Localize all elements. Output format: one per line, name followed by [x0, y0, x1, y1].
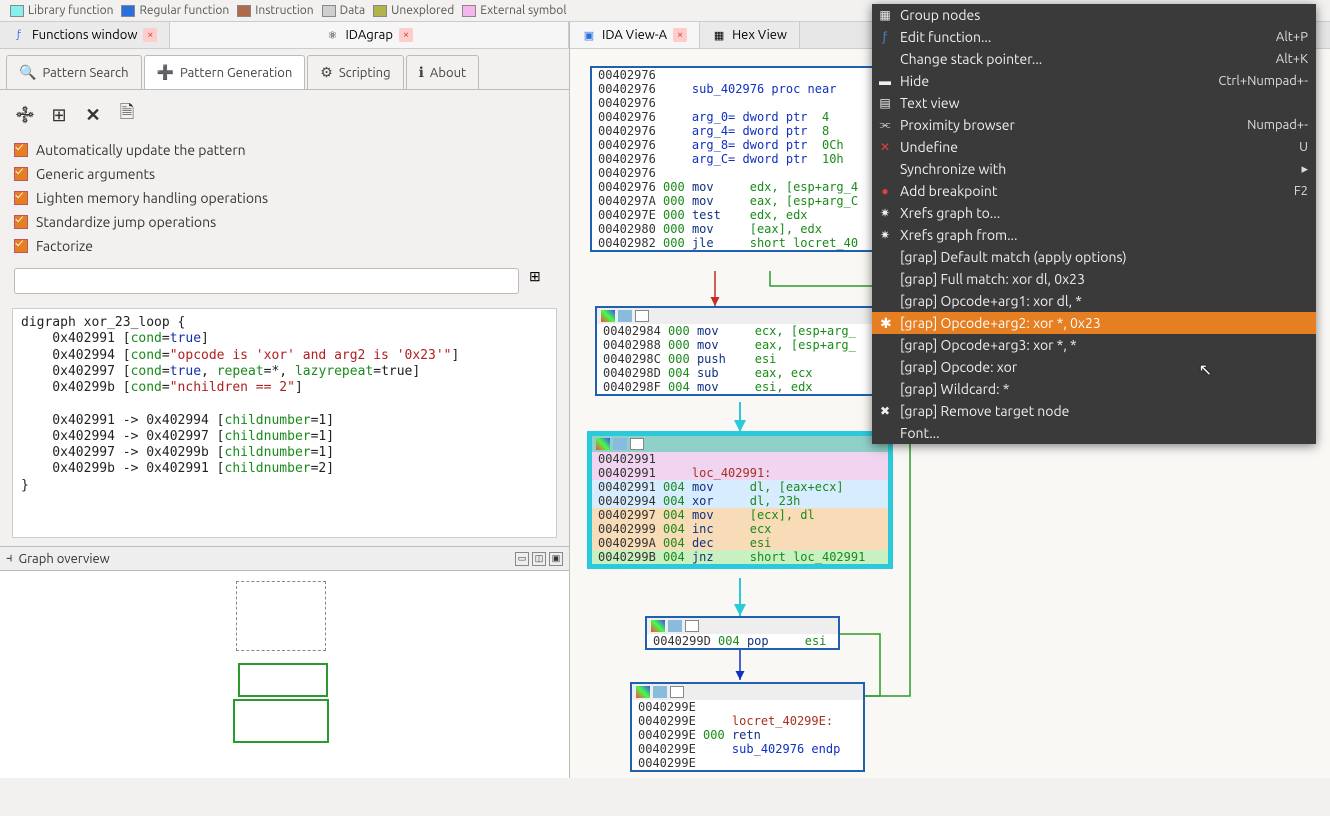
- check-generic[interactable]: Generic arguments: [12, 162, 557, 186]
- star-icon: ✱: [880, 315, 892, 332]
- pattern-name-input[interactable]: [14, 268, 519, 294]
- minimize-icon[interactable]: ▭: [515, 552, 529, 566]
- checkbox-icon[interactable]: [14, 215, 28, 229]
- tab-ida-view-label: IDA View-A: [602, 28, 667, 42]
- hide-icon: ▬: [878, 74, 892, 88]
- ctx-grap-default[interactable]: [grap] Default match (apply options): [872, 246, 1316, 268]
- tab-hex-view[interactable]: ▦ Hex View: [700, 22, 800, 48]
- subtab-scripting[interactable]: ⚙Scripting: [307, 55, 403, 89]
- nodes-icon[interactable]: ⊞: [48, 104, 70, 126]
- ctx-text-view[interactable]: ▤Text view: [872, 92, 1316, 114]
- breakpoint-icon: ●: [878, 184, 892, 198]
- legend-instruction: Instruction: [237, 4, 313, 17]
- check-standardize[interactable]: Standardize jump operations: [12, 210, 557, 234]
- graph-node-loop[interactable]: 00402991 00402991 loc_402991: 00402991 0…: [590, 434, 890, 566]
- subtab-pattern-generation[interactable]: ➕Pattern Generation: [144, 55, 306, 89]
- pattern-code[interactable]: digraph xor_23_loop { 0x402991 [cond=tru…: [12, 308, 557, 538]
- xref-icon: ✷: [878, 228, 892, 242]
- close-icon[interactable]: ×: [673, 28, 687, 42]
- check-auto[interactable]: Automatically update the pattern: [12, 138, 557, 162]
- ctx-xrefs-to[interactable]: ✷Xrefs graph to...: [872, 202, 1316, 224]
- ctx-hide[interactable]: ▬HideCtrl+Numpad+-: [872, 70, 1316, 92]
- gear-icon: ⚙: [320, 64, 333, 81]
- xref-icon: ✷: [878, 206, 892, 220]
- check-lighten[interactable]: Lighten memory handling operations: [12, 186, 557, 210]
- fingerprint-icon[interactable]: 𖢅: [14, 104, 36, 126]
- group-icon: ▦: [878, 8, 892, 22]
- tab-ida-view[interactable]: ▣ IDA View-A ×: [570, 22, 700, 48]
- ctx-grap-arg1[interactable]: [grap] Opcode+arg1: xor dl, *: [872, 290, 1316, 312]
- graph-overview[interactable]: [0, 571, 569, 778]
- subtab-about[interactable]: ℹAbout: [406, 55, 480, 89]
- ctx-undefine[interactable]: ✕UndefineU: [872, 136, 1316, 158]
- tab-functions-label: Functions window: [32, 28, 137, 42]
- graph-icon: ⚛: [325, 28, 339, 42]
- ctx-edit-function[interactable]: ƒEdit function...Alt+P: [872, 26, 1316, 48]
- sub-tabs: 🔍Pattern Search ➕Pattern Generation ⚙Scr…: [0, 49, 569, 89]
- tab-functions[interactable]: ƒ Functions window ×: [0, 22, 170, 48]
- undefine-icon: ✕: [878, 140, 892, 154]
- ctx-grap-remove[interactable]: ✖[grap] Remove target node: [872, 400, 1316, 422]
- checkbox-icon[interactable]: [14, 167, 28, 181]
- flow-icon: ⫘: [878, 118, 892, 132]
- search-icon: 🔍: [19, 64, 36, 81]
- ctx-xrefs-from[interactable]: ✷Xrefs graph from...: [872, 224, 1316, 246]
- plus-icon: ➕: [157, 64, 174, 81]
- restore-icon[interactable]: ◫: [532, 552, 546, 566]
- ctx-grap-arg2[interactable]: ✱[grap] Opcode+arg2: xor *, 0x23: [872, 312, 1316, 334]
- legend-regular: Regular function: [121, 4, 229, 17]
- close-icon[interactable]: ▣: [549, 552, 563, 566]
- tab-idagrap[interactable]: ⚛ IDAgrap ×: [170, 22, 569, 48]
- graph-overview-title: Graph overview: [19, 552, 110, 566]
- left-tab-row: ƒ Functions window × ⚛ IDAgrap ×: [0, 22, 569, 49]
- ctx-font[interactable]: Font...: [872, 422, 1316, 444]
- ctx-grap-opcode[interactable]: [grap] Opcode: xor: [872, 356, 1316, 378]
- graph-node-block2[interactable]: 00402984 000 mov ecx, [esp+arg_ 00402988…: [595, 306, 875, 396]
- document-icon[interactable]: 🗎: [116, 104, 138, 126]
- ctx-grap-wildcard[interactable]: [grap] Wildcard: *: [872, 378, 1316, 400]
- ctx-proximity[interactable]: ⫘Proximity browserNumpad+-: [872, 114, 1316, 136]
- close-icon[interactable]: ×: [399, 28, 413, 42]
- tree-icon: ⫞: [6, 551, 13, 566]
- tab-idagrap-label: IDAgrap: [345, 28, 393, 42]
- context-menu: ▦Group nodes ƒEdit function...Alt+P Chan…: [872, 4, 1316, 444]
- cursor-icon: ↖: [1199, 360, 1212, 379]
- hex-icon: ▦: [712, 28, 726, 42]
- close-icon[interactable]: ×: [143, 28, 157, 42]
- functions-icon: ƒ: [12, 28, 26, 42]
- graph-overview-header: ⫞ Graph overview ▭ ◫ ▣: [0, 546, 569, 571]
- ctx-group-nodes[interactable]: ▦Group nodes: [872, 4, 1316, 26]
- graph-node-ret[interactable]: 0040299E 0040299E locret_40299E: 0040299…: [630, 682, 865, 772]
- check-factorize[interactable]: Factorize: [12, 234, 557, 258]
- ctx-change-stack[interactable]: Change stack pointer...Alt+K: [872, 48, 1316, 70]
- view-icon: ▣: [582, 28, 596, 42]
- graph-node-entry[interactable]: 00402976 00402976 sub_402976 proc near 0…: [590, 66, 880, 252]
- tab-hex-view-label: Hex View: [732, 28, 787, 42]
- checkbox-icon[interactable]: [14, 239, 28, 253]
- chevron-right-icon: ▸: [1301, 162, 1308, 177]
- clear-icon[interactable]: ✕: [82, 104, 104, 126]
- subtab-pattern-search[interactable]: 🔍Pattern Search: [6, 55, 142, 89]
- graph-icon[interactable]: ⊞: [529, 268, 555, 294]
- ctx-grap-full[interactable]: [grap] Full match: xor dl, 0x23: [872, 268, 1316, 290]
- function-icon: ƒ: [878, 31, 892, 44]
- info-icon: ℹ: [419, 64, 424, 81]
- ctx-grap-arg3[interactable]: [grap] Opcode+arg3: xor *, *: [872, 334, 1316, 356]
- text-icon: ▤: [878, 96, 892, 110]
- checkbox-icon[interactable]: [14, 191, 28, 205]
- legend-library: Library function: [10, 4, 113, 17]
- remove-icon: ✖: [878, 404, 892, 418]
- legend-data: Data: [322, 4, 366, 17]
- left-pane: ƒ Functions window × ⚛ IDAgrap × 🔍Patter…: [0, 22, 570, 778]
- pattern-toolbar: 𖢅 ⊞ ✕ 🗎: [12, 98, 557, 138]
- ctx-add-breakpoint[interactable]: ●Add breakpointF2: [872, 180, 1316, 202]
- ctx-sync[interactable]: Synchronize with▸: [872, 158, 1316, 180]
- legend-external: External symbol: [462, 4, 566, 17]
- graph-node-pop[interactable]: 0040299D 004 pop esi: [645, 616, 840, 650]
- legend-unexplored: Unexplored: [373, 4, 454, 17]
- checkbox-icon[interactable]: [14, 143, 28, 157]
